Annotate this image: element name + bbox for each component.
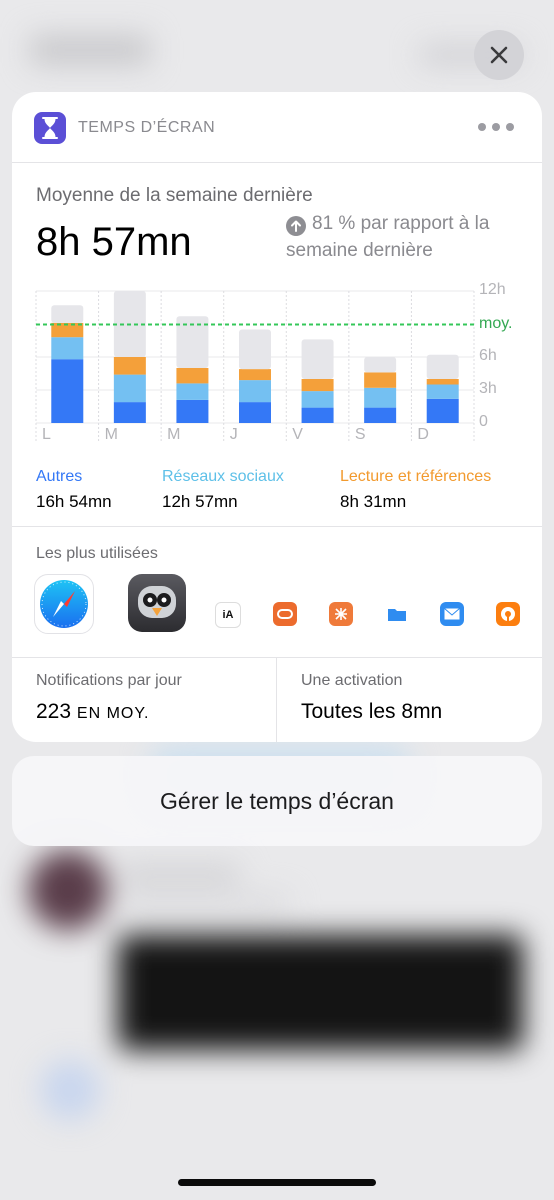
- screen-time-widget: TEMPS D’ÉCRAN Moyenne de la semaine dern…: [12, 92, 542, 742]
- close-icon: [490, 46, 508, 64]
- stats-divider: [276, 658, 277, 742]
- notifications-unit: EN MOY.: [76, 705, 150, 722]
- bar-segment: [364, 357, 397, 373]
- bar-segment: [176, 368, 209, 384]
- x-tick-label: S: [354, 426, 366, 443]
- bar-segment: [426, 379, 459, 385]
- legend-value: 16h 54mn: [36, 492, 112, 511]
- notifications-label: Notifications par jour: [36, 672, 182, 689]
- bar-segment: [51, 305, 84, 323]
- bar-segment: [426, 384, 459, 399]
- y-tick-label: moy.: [479, 314, 513, 332]
- bar-segment: [364, 387, 397, 408]
- bar-segment: [301, 379, 334, 392]
- comparison: 81 % par rapport à la semaine dernière: [286, 210, 522, 264]
- y-tick-label: 0: [479, 413, 488, 430]
- bar-segment: [113, 357, 146, 375]
- most-used-label: Les plus utilisées: [36, 545, 158, 562]
- bar-segment: [364, 407, 397, 423]
- divider: [12, 162, 542, 163]
- x-tick-label: V: [292, 426, 303, 443]
- safari-icon[interactable]: [34, 574, 94, 634]
- notifications-value-row: 223 EN MOY.: [36, 700, 182, 724]
- bar-segment: [364, 372, 397, 388]
- bar-segment: [176, 399, 209, 423]
- activation-value: Toutes les 8mn: [301, 700, 443, 723]
- legend-name: Autres: [36, 468, 83, 485]
- bar-segment: [239, 329, 271, 370]
- legend-value: 12h 57mn: [162, 492, 238, 511]
- x-tick-label: M: [104, 426, 118, 443]
- widget-title: TEMPS D’ÉCRAN: [78, 119, 216, 136]
- bar-segment: [51, 359, 84, 423]
- x-tick-label: J: [229, 426, 238, 443]
- bar-segment: [301, 339, 334, 379]
- y-tick-label: 3h: [479, 380, 497, 397]
- files-icon[interactable]: [385, 602, 409, 626]
- app-orange-grid-icon[interactable]: [329, 602, 353, 626]
- close-button[interactable]: [474, 30, 524, 80]
- bar-segment: [426, 354, 459, 379]
- bar-segment: [426, 398, 459, 423]
- bar-segment: [239, 380, 271, 403]
- notifications-value: 223: [36, 700, 72, 723]
- manage-screen-time-button[interactable]: Gérer le temps d’écran: [12, 756, 542, 846]
- average-value: 8h 57mn: [36, 220, 192, 264]
- comparison-text: 81 % par rapport à la semaine dernière: [286, 213, 490, 261]
- bar-segment: [51, 337, 84, 360]
- hourglass-icon: [34, 112, 66, 144]
- notifications-stat: Notifications par jour 223 EN MOY.: [36, 672, 182, 724]
- tweetbot-icon[interactable]: [128, 574, 186, 632]
- legend-item: Autres 16h 54mn: [36, 468, 112, 512]
- app-orange-icon[interactable]: [273, 602, 297, 626]
- mail-icon[interactable]: [440, 602, 464, 626]
- y-tick-label: 12h: [479, 281, 506, 298]
- widget-header: TEMPS D’ÉCRAN: [12, 92, 542, 162]
- bar-segment: [301, 391, 334, 408]
- x-tick-label: M: [167, 426, 181, 443]
- most-used-apps: iA: [12, 572, 542, 640]
- activation-stat: Une activation Toutes les 8mn: [301, 672, 442, 724]
- arrow-up-circle-icon: [286, 216, 306, 236]
- x-tick-label: L: [42, 426, 51, 443]
- divider: [12, 657, 542, 658]
- bar-segment: [239, 369, 271, 381]
- legend-name: Lecture et références: [340, 468, 492, 485]
- ellipsis-icon[interactable]: [478, 120, 518, 134]
- bar-segment: [113, 402, 146, 423]
- bar-segment: [301, 407, 334, 423]
- overcast-icon[interactable]: [496, 602, 520, 626]
- bar-segment: [239, 402, 271, 423]
- average-label: Moyenne de la semaine dernière: [36, 185, 313, 206]
- usage-chart: 12h moy. 6h 3h 0 L M M J V S D: [12, 280, 542, 458]
- bar-segment: [113, 374, 146, 403]
- activation-label: Une activation: [301, 672, 403, 689]
- usage-chart-svg: [35, 290, 475, 443]
- divider: [12, 526, 542, 527]
- bar-segment: [176, 383, 209, 400]
- legend-value: 8h 31mn: [340, 492, 407, 511]
- home-indicator[interactable]: [178, 1179, 376, 1186]
- legend-item: Réseaux sociaux 12h 57mn: [162, 468, 284, 512]
- ia-writer-icon[interactable]: iA: [215, 602, 241, 628]
- legend-name: Réseaux sociaux: [162, 468, 284, 485]
- y-tick-label: 6h: [479, 347, 497, 364]
- x-tick-label: D: [417, 426, 429, 443]
- legend-item: Lecture et références 8h 31mn: [340, 468, 491, 512]
